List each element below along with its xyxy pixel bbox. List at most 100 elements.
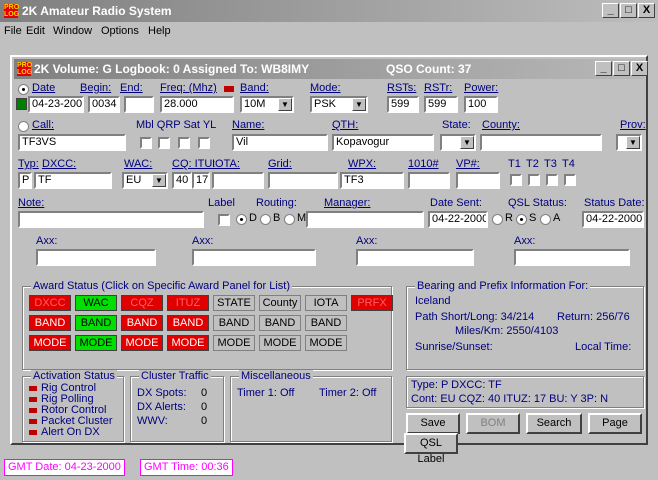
close-button[interactable]: X	[638, 3, 655, 18]
award-iota-panel[interactable]: IOTA	[305, 295, 347, 311]
grid-field[interactable]	[268, 172, 338, 189]
award-mode-panel[interactable]: MODE	[259, 335, 301, 351]
qsl-a-radio[interactable]	[540, 214, 551, 225]
mbl-checkbox[interactable]	[140, 137, 152, 149]
label-checkbox[interactable]	[218, 214, 230, 226]
award-mode-panel[interactable]: MODE	[167, 335, 209, 351]
chevron-down-icon[interactable]: ▼	[352, 98, 366, 111]
award-band-panel[interactable]: BAND	[167, 315, 209, 331]
menu-edit[interactable]: Edit	[26, 25, 45, 37]
dxcc-field[interactable]: TF	[34, 172, 112, 189]
n1010-field[interactable]	[408, 172, 450, 189]
end-field[interactable]	[124, 96, 154, 113]
state-select[interactable]: ▼	[440, 134, 476, 151]
bom-button[interactable]: BOM	[466, 413, 520, 434]
date-field[interactable]: 04-23-2000	[28, 96, 84, 113]
routing-d-radio[interactable]	[236, 214, 247, 225]
axx-field-3[interactable]	[356, 249, 474, 266]
itu-field[interactable]: 17	[192, 172, 210, 189]
date-radio[interactable]	[18, 84, 29, 95]
rstr-field[interactable]: 599	[424, 96, 458, 113]
qsl-label-button[interactable]: QSL Label	[404, 433, 458, 465]
note-field[interactable]	[18, 211, 204, 228]
save-button[interactable]: Save	[406, 413, 460, 434]
menu-help[interactable]: Help	[148, 25, 171, 37]
award-state-panel[interactable]: STATE	[213, 295, 255, 311]
maximize-button[interactable]: □	[620, 3, 637, 18]
routing-b-radio[interactable]	[260, 214, 271, 225]
manager-label: Manager:	[324, 197, 371, 209]
t3-checkbox[interactable]	[546, 174, 558, 186]
award-band-panel[interactable]: BAND	[213, 315, 255, 331]
chevron-down-icon[interactable]: ▼	[626, 136, 640, 149]
qsl-s-radio[interactable]	[516, 214, 527, 225]
axx-field-4[interactable]	[514, 249, 630, 266]
name-field[interactable]: Vil	[232, 134, 328, 151]
wpx-field[interactable]: TF3	[340, 172, 404, 189]
vp-field[interactable]	[456, 172, 500, 189]
begin-field[interactable]: 0034	[88, 96, 120, 113]
award-mode-panel[interactable]: MODE	[305, 335, 347, 351]
power-field[interactable]: 100	[464, 96, 498, 113]
award-status-panel: Award Status (Click on Specific Award Pa…	[22, 280, 393, 370]
award-band-panel[interactable]: BAND	[305, 315, 347, 331]
freq-field[interactable]: 28.000	[160, 96, 234, 113]
award-band-panel[interactable]: BAND	[121, 315, 163, 331]
award-county-panel[interactable]: County	[259, 295, 301, 311]
award-mode-panel[interactable]: MODE	[75, 335, 117, 351]
axx-field-2[interactable]	[192, 249, 316, 266]
award-mode-panel[interactable]: MODE	[213, 335, 255, 351]
award-band-panel[interactable]: BAND	[29, 315, 71, 331]
logbook-close-button[interactable]: X	[631, 61, 648, 76]
band-select[interactable]: 10M ▼	[240, 96, 294, 113]
sat-checkbox[interactable]	[178, 137, 190, 149]
t2-checkbox[interactable]	[528, 174, 540, 186]
award-band-panel[interactable]: BAND	[75, 315, 117, 331]
mode-select[interactable]: PSK ▼	[310, 96, 368, 113]
yl-checkbox[interactable]	[198, 137, 210, 149]
menu-options[interactable]: Options	[101, 25, 139, 37]
search-button[interactable]: Search	[526, 413, 582, 434]
page-button[interactable]: Page	[588, 413, 642, 434]
axx-field-1[interactable]	[36, 249, 156, 266]
award-prfx-panel[interactable]: PRFX	[351, 295, 393, 311]
qth-field[interactable]: Kopavogur	[332, 134, 434, 151]
cq-field[interactable]: 40	[172, 172, 192, 189]
routing-m-radio[interactable]	[284, 214, 295, 225]
chevron-down-icon[interactable]: ▼	[152, 174, 166, 187]
date-sent-field[interactable]: 04-22-2000	[428, 211, 488, 228]
menu-file[interactable]: File	[4, 25, 22, 37]
qsl-r-radio[interactable]	[492, 214, 503, 225]
typ-field[interactable]: P	[18, 172, 32, 189]
county-field[interactable]	[480, 134, 602, 151]
award-wac-panel[interactable]: WAC	[75, 295, 117, 311]
menu-window[interactable]: Window	[53, 25, 92, 37]
t1-checkbox[interactable]	[510, 174, 522, 186]
dxcc-label: DXCC:	[42, 158, 77, 170]
award-cqz-panel[interactable]: CQZ	[121, 295, 163, 311]
status-date-field[interactable]: 04-22-2000	[582, 211, 644, 228]
wac-select[interactable]: EU ▼	[122, 172, 168, 189]
manager-field[interactable]	[306, 211, 424, 228]
date-lock-icon[interactable]	[16, 98, 27, 110]
qrp-checkbox[interactable]	[158, 137, 170, 149]
award-mode-panel[interactable]: MODE	[29, 335, 71, 351]
chevron-down-icon[interactable]: ▼	[278, 98, 292, 111]
minimize-button[interactable]: _	[602, 3, 619, 18]
logbook-minimize-button[interactable]: _	[595, 61, 612, 76]
call-radio[interactable]	[18, 121, 29, 132]
award-dxcc-panel[interactable]: DXCC	[29, 295, 71, 311]
call-field[interactable]: TF3VS	[18, 134, 126, 151]
iota-field[interactable]	[212, 172, 264, 189]
award-ituz-panel[interactable]: ITUZ	[167, 295, 209, 311]
t4-checkbox[interactable]	[564, 174, 576, 186]
award-mode-panel[interactable]: MODE	[121, 335, 163, 351]
award-band-panel[interactable]: BAND	[259, 315, 301, 331]
activation-item-label[interactable]: Alert On DX	[41, 426, 100, 438]
logbook-maximize-button[interactable]: □	[613, 61, 630, 76]
rsts-field[interactable]: 599	[387, 96, 419, 113]
logbook-window: PRO LOG 2K Volume: G Logbook: 0 Assigned …	[10, 55, 648, 445]
chevron-down-icon[interactable]: ▼	[460, 136, 474, 149]
qsl-status-label: QSL Status:	[508, 197, 567, 209]
prov-select[interactable]: ▼	[616, 134, 642, 151]
